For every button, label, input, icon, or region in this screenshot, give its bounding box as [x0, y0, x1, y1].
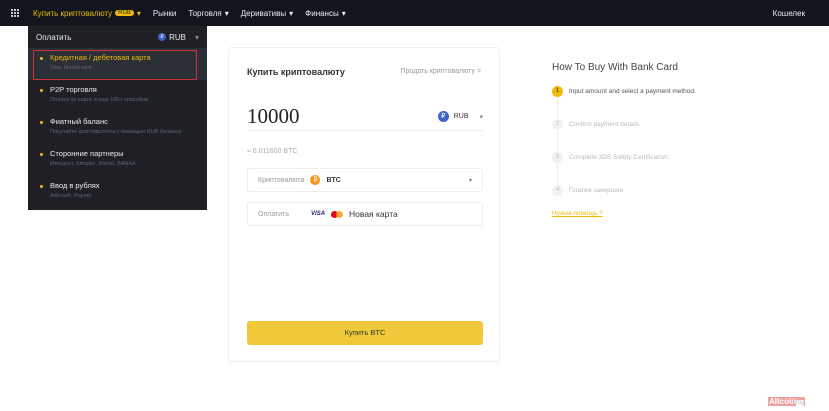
option-subtitle: Покупайте криптовалюты с помощью RUB бал…	[50, 129, 182, 135]
card-title: Купить криптовалюту	[247, 67, 345, 77]
step-text: Input amount and select a payment method…	[569, 88, 696, 95]
buy-card: Купить криптовалюту Продать криптовалюту…	[228, 47, 500, 362]
step-number: 3	[552, 152, 563, 163]
step-1: 1 Input amount and select a payment metho…	[552, 86, 696, 97]
steps-list: 1 Input amount and select a payment metho…	[552, 86, 696, 196]
mastercard-icon	[331, 210, 344, 218]
chevron-down-icon: ▾	[224, 8, 229, 18]
watermark-main: Altcoin	[769, 397, 797, 406]
crypto-select[interactable]: Криптовалюта ₿ BTC ▾	[247, 168, 483, 192]
watermark: Altcoinlog	[768, 397, 806, 406]
nav-trading-label: Торговля	[188, 8, 222, 18]
nav-derivatives-label: Деривативы	[240, 8, 287, 18]
nav-buy-crypto[interactable]: Купить криптовалюту RUB ▾	[33, 9, 141, 18]
crypto-value: BTC	[326, 176, 341, 184]
nav-trading[interactable]: Торговля ▾	[188, 9, 228, 18]
how-title: How To Buy With Bank Card	[552, 62, 678, 73]
step-number: 4	[552, 185, 563, 196]
payment-value: Новая карта	[349, 209, 398, 219]
how-to-buy-panel: How To Buy With Bank Card 1 Input amount …	[552, 62, 696, 217]
amount-input[interactable]: 10000 ₽ RUB ▾	[247, 103, 483, 131]
apps-grid-icon[interactable]	[10, 9, 19, 18]
option-fiat-balance[interactable]: Фиатный баланс Покупайте криптовалюты с п…	[28, 112, 207, 144]
nav-buy-crypto-label: Купить криптовалюту	[33, 8, 113, 18]
option-partners[interactable]: Сторонние партнеры Mercuryo, Simplex, Koi…	[28, 144, 207, 176]
sell-crypto-link[interactable]: Продать криптовалюту >	[401, 68, 482, 75]
rub-badge: RUB	[115, 10, 134, 16]
bitcoin-icon: ₿	[310, 175, 321, 185]
option-title: Кредитная / дебетовая карта	[50, 53, 151, 62]
ruble-icon: ₽	[158, 33, 167, 41]
top-navbar: Купить криптовалюту RUB ▾ Рынки Торговля ▾ …	[0, 0, 829, 26]
nav-markets[interactable]: Рынки	[153, 9, 176, 18]
buy-btc-button[interactable]: Купить BTC	[247, 321, 483, 345]
nav-derivatives[interactable]: Деривативы ▾	[241, 9, 293, 18]
bullet-icon	[40, 121, 43, 124]
step-number: 2	[552, 119, 563, 130]
option-credit-card[interactable]: Кредитная / дебетовая карта Visa, Masterc…	[28, 48, 207, 80]
amount-value[interactable]: 10000	[247, 104, 300, 129]
pay-label: Оплатить	[36, 32, 72, 42]
option-title: Фиатный баланс	[50, 117, 108, 126]
option-title: Ввод в рублях	[50, 181, 100, 190]
dropdown-header: Оплатить ₽ RUB ▾	[28, 26, 207, 48]
currency-label: RUB	[169, 32, 186, 42]
chevron-down-icon: ▾	[341, 8, 346, 18]
option-title: P2P торговля	[50, 85, 97, 94]
currency-select[interactable]: ₽ RUB ▾	[158, 33, 199, 42]
visa-icon: VISA	[311, 211, 326, 217]
nav-finance[interactable]: Финансы ▾	[305, 9, 346, 18]
option-subtitle: Visa, Mastercard	[50, 65, 92, 71]
option-subtitle: Mercuryo, Simplex, Koinal, BANXA	[50, 161, 136, 167]
step-4: 4 Платеж завершен	[552, 185, 696, 196]
bullet-icon	[40, 89, 43, 92]
nav-wallet[interactable]: Кошелек	[773, 9, 805, 18]
chevron-down-icon: ▾	[136, 8, 141, 18]
watermark-suffix: log	[796, 400, 805, 406]
chevron-down-icon: ▾	[194, 32, 199, 42]
option-rub-deposit[interactable]: Ввод в рублях Advcash, Payeer	[28, 176, 207, 208]
buy-crypto-dropdown: Оплатить ₽ RUB ▾ Кредитная / дебетовая кар…	[28, 26, 207, 210]
ruble-icon: ₽	[437, 111, 449, 122]
payment-method-select[interactable]: Оплатить VISA Новая карта	[247, 202, 483, 226]
option-subtitle: Advcash, Payeer	[50, 193, 92, 199]
step-text: Complete 3DS Safety Certification.	[569, 154, 670, 161]
fiat-currency-label: RUB	[453, 113, 469, 120]
option-p2p[interactable]: P2P торговля Оплата по карте и еще 100+ с…	[28, 80, 207, 112]
fiat-currency-select[interactable]: ₽ RUB ▾	[437, 111, 483, 122]
step-text: Confirm payment details.	[569, 121, 641, 128]
step-text: Платеж завершен	[569, 187, 624, 194]
bullet-icon	[40, 185, 43, 188]
chevron-down-icon: ▾	[468, 177, 472, 184]
step-3: 3 Complete 3DS Safety Certification.	[552, 152, 696, 163]
option-title: Сторонние партнеры	[50, 149, 124, 158]
help-link[interactable]: Нужна помощь ?	[552, 210, 696, 217]
approx-amount: ≈ 0.011600 BTC	[247, 148, 298, 155]
bullet-icon	[40, 153, 43, 156]
payment-label: Оплатить	[258, 210, 290, 218]
crypto-label: Криптовалюта	[258, 176, 305, 184]
chevron-down-icon: ▾	[289, 8, 294, 18]
option-subtitle: Оплата по карте и еще 100+ способов	[50, 97, 148, 103]
chevron-down-icon: ▾	[479, 113, 483, 121]
nav-finance-label: Финансы	[305, 8, 339, 18]
bullet-icon	[40, 57, 43, 60]
step-number: 1	[552, 86, 563, 97]
step-2: 2 Confirm payment details.	[552, 119, 696, 130]
